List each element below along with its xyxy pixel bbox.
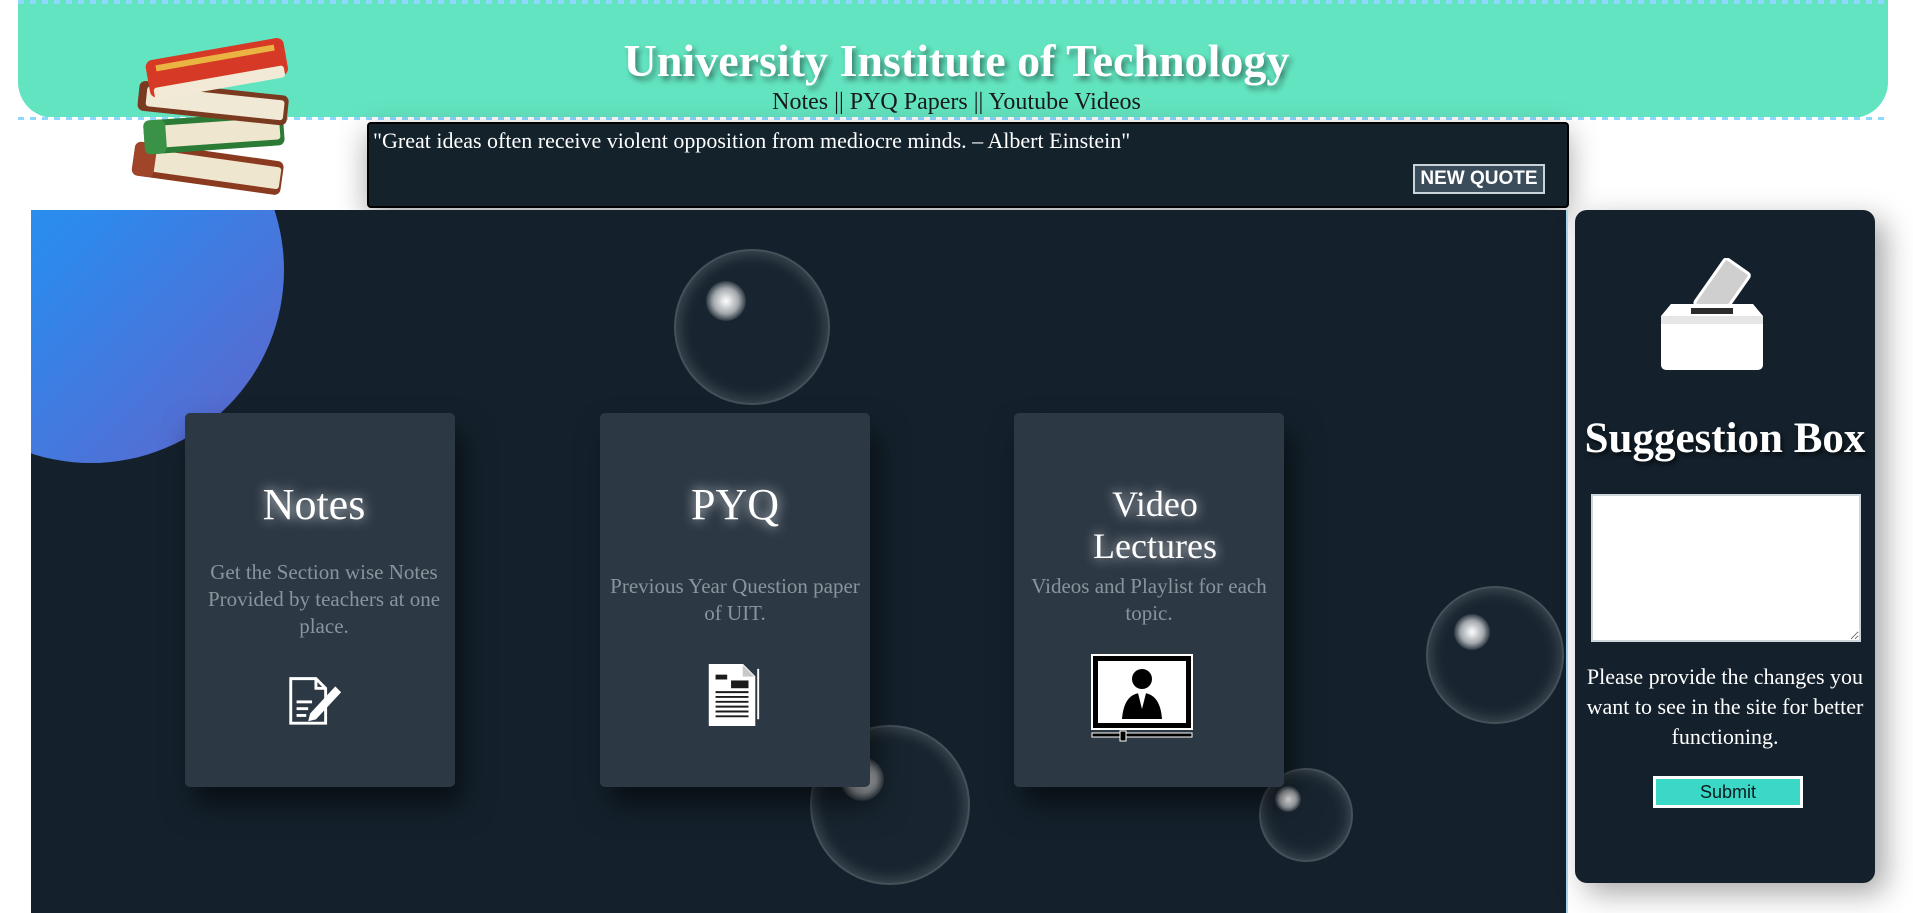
card-title: Notes (262, 480, 366, 529)
new-quote-button[interactable]: NEW QUOTE (1413, 164, 1545, 194)
video-lecture-icon (1091, 654, 1193, 742)
quote-bar: "Great ideas often receive violent oppos… (367, 122, 1569, 208)
quote-text: "Great ideas often receive violent oppos… (373, 128, 1131, 153)
decorative-bubble (1426, 586, 1564, 724)
ballot-box-icon (1661, 258, 1763, 370)
nav-separator: || (828, 89, 850, 115)
nav-notes-link[interactable]: Notes (772, 89, 828, 115)
nav-videos-link[interactable]: Youtube Videos (988, 89, 1140, 115)
nav-separator: || (967, 89, 989, 115)
stage-border (1566, 210, 1568, 913)
document-icon (708, 664, 760, 726)
nav-pyq-link[interactable]: PYQ Papers (850, 89, 968, 115)
main-stage: Notes Get the Section wise Notes Provide… (31, 210, 1567, 913)
card-title: Video Lectures (1093, 484, 1217, 566)
site-title: University Institute of Technology (623, 35, 1290, 86)
card-description: Videos and Playlist for each topic. (1031, 574, 1267, 625)
suggestion-note: Please provide the changes you want to s… (1586, 664, 1864, 749)
submit-button[interactable]: Submit (1653, 776, 1803, 808)
sub-nav: Notes || PYQ Papers || Youtube Videos (0, 89, 1913, 116)
card-description: Get the Section wise Notes Provided by t… (207, 560, 441, 638)
card-notes[interactable]: Notes Get the Section wise Notes Provide… (185, 413, 455, 787)
card-title: PYQ (690, 480, 780, 529)
card-video-lectures[interactable]: Video Lectures Videos and Playlist for e… (1014, 413, 1284, 787)
suggestion-panel: Suggestion Box Please provide the change… (1575, 210, 1875, 883)
edit-document-icon (289, 677, 342, 725)
suggestion-textarea[interactable] (1591, 494, 1861, 642)
card-pyq[interactable]: PYQ Previous Year Question paper of UIT. (600, 413, 870, 787)
card-description: Previous Year Question paper of UIT. (610, 574, 860, 625)
decorative-bubble (674, 249, 830, 405)
suggestion-title: Suggestion Box (1584, 415, 1866, 462)
